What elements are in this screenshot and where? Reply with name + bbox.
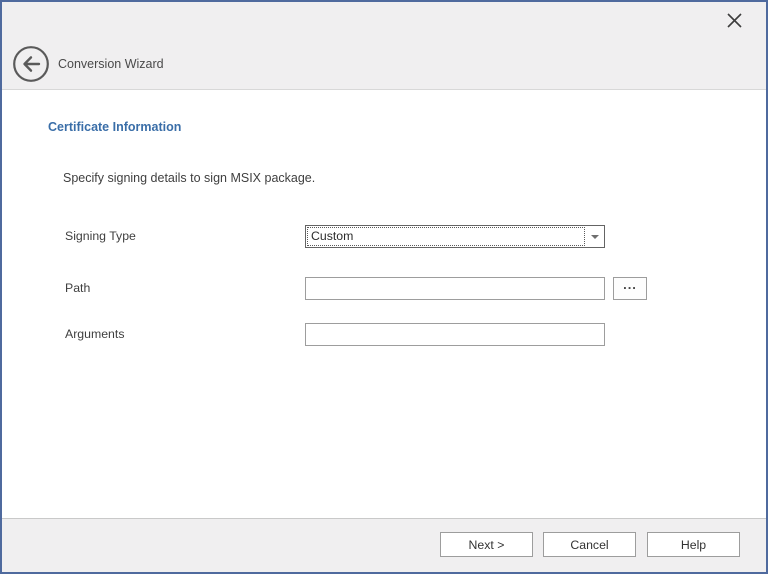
page-description: Specify signing details to sign MSIX pac… <box>63 171 315 185</box>
conversion-wizard-dialog: Conversion Wizard Certificate Informatio… <box>0 0 768 574</box>
browse-button[interactable]: ... <box>613 277 647 300</box>
back-button[interactable] <box>12 45 50 83</box>
back-arrow-icon <box>12 45 50 83</box>
wizard-header: Conversion Wizard <box>2 2 766 90</box>
signing-type-label: Signing Type <box>65 225 136 248</box>
wizard-page-certificate-information: Certificate Information Specify signing … <box>2 91 766 518</box>
next-button[interactable]: Next > <box>440 532 533 557</box>
wizard-footer: Next > Cancel Help <box>2 518 766 572</box>
signing-type-selected-value: Custom <box>311 226 582 247</box>
page-title: Certificate Information <box>48 120 181 134</box>
path-input[interactable] <box>305 277 605 300</box>
path-label: Path <box>65 277 90 300</box>
cancel-button[interactable]: Cancel <box>543 532 636 557</box>
help-button[interactable]: Help <box>647 532 740 557</box>
arguments-input[interactable] <box>305 323 605 346</box>
combobox-dropdown-button[interactable] <box>586 226 604 247</box>
arguments-label: Arguments <box>65 323 124 346</box>
signing-type-combobox[interactable]: Custom <box>305 225 605 248</box>
wizard-title: Conversion Wizard <box>58 45 164 83</box>
ellipsis-icon: ... <box>623 277 637 292</box>
close-button[interactable] <box>722 8 746 32</box>
close-icon <box>726 12 743 29</box>
chevron-down-icon <box>591 235 599 239</box>
